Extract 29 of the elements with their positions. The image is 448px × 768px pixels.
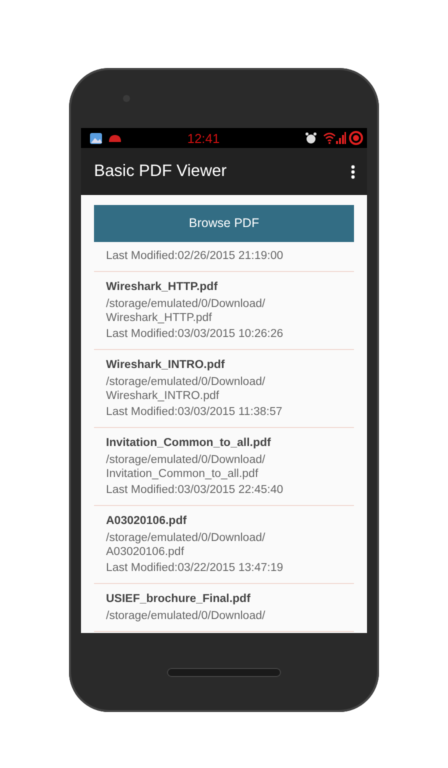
file-item[interactable]: USIEF_brochure_Final.pdf /storage/emulated/0/Download/ <box>94 584 354 632</box>
signal-icon <box>336 132 346 144</box>
app-title: Basic PDF Viewer <box>94 162 228 182</box>
browse-pdf-button[interactable]: Browse PDF <box>94 205 354 242</box>
file-item[interactable]: Wireshark_INTRO.pdf /storage/emulated/0/Download/ Wireshark_INTRO.pdf Last Modified:03/03/2015 11:38:57 <box>94 350 354 428</box>
file-path: /storage/emulated/0/Download/ <box>106 609 266 623</box>
overflow-menu-icon[interactable] <box>351 164 355 178</box>
gallery-icon <box>89 132 103 144</box>
modified-date: Last Modified:03/03/2015 11:38:57 <box>106 405 284 419</box>
alarm-icon <box>305 132 317 144</box>
modified-date: Last Modified:03/03/2015 22:45:40 <box>106 483 284 497</box>
file-path: /storage/emulated/0/Download/ Wireshark_INTRO.pdf <box>106 375 266 403</box>
file-item[interactable]: Wireshark_HTTP.pdf /storage/emulated/0/Download/ Wireshark_HTTP.pdf Last Modified:03/03/2015 10:26:26 <box>94 272 354 350</box>
file-name: A03020106.pdf <box>106 514 188 529</box>
file-item[interactable]: A03020106.pdf /storage/emulated/0/Download/ A03020106.pdf Last Modified:03/22/2015 13:47:19 <box>94 506 354 584</box>
file-path: /storage/emulated/0/Download/ A03020106.pdf <box>106 531 266 559</box>
file-name: Invitation_Common_to_all.pdf <box>106 436 272 451</box>
file-name: Wireshark_INTRO.pdf <box>106 358 226 373</box>
file-item[interactable]: Invitation_Common_to_all.pdf /storage/emulated/0/Download/ Invitation_Common_to_all.pdf Last Modified:03/03/2015 22:45:40 <box>94 428 354 506</box>
file-path: /storage/emulated/0/Download/ Invitation_Common_to_all.pdf <box>106 453 266 481</box>
modified-date: Last Modified:03/03/2015 10:26:26 <box>106 327 284 341</box>
file-path: /storage/emulated/0/Download/ Wireshark_HTTP.pdf <box>106 297 266 325</box>
modified-date: Last Modified:03/22/2015 13:47:19 <box>106 561 284 575</box>
file-item[interactable]: Last Modified:02/26/2015 21:19:00 <box>94 242 354 272</box>
file-name: Wireshark_HTTP.pdf <box>106 280 219 295</box>
file-name: USIEF_brochure_Final.pdf <box>106 592 252 607</box>
clock-time: 12:41 <box>186 132 221 144</box>
modified-date: Last Modified:02/26/2015 21:19:00 <box>106 249 284 263</box>
wifi-icon <box>323 132 336 144</box>
